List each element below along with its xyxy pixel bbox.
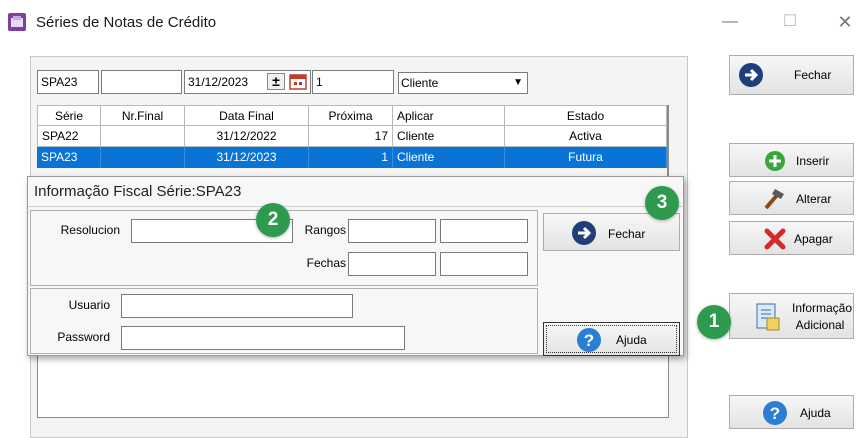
help-icon: ? [577,328,601,352]
delete-x-icon [764,228,786,250]
aplicar-select-value: Cliente [401,76,439,90]
date-spin-icon[interactable]: ± [267,73,285,90]
apagar-button[interactable]: Apagar [729,221,854,255]
table-row[interactable]: SPA22 31/12/2022 17 Cliente Activa [37,126,667,147]
usuario-label: Usuario [68,298,110,312]
column-header[interactable]: Nr.Final [101,105,185,126]
inserir-label: Inserir [796,154,830,168]
data-final-field[interactable]: 31/12/2023 ± [184,70,311,94]
cell-serie: SPA22 [37,126,101,147]
help-icon: ? [763,401,787,425]
alterar-label: Alterar [796,192,832,206]
cell-estado: Futura [505,147,667,168]
app-icon [8,13,26,31]
cell-data-final: 31/12/2023 [185,147,309,168]
column-header[interactable]: Série [37,105,101,126]
title-bar: Séries de Notas de Crédito — ☐ ✕ [0,0,864,42]
cell-nr-final [101,147,185,168]
maximize-button[interactable]: ☐ [775,10,805,34]
dialog-fechar-label: Fechar [608,227,646,241]
fechas-label: Fechas [306,256,346,270]
arrow-right-icon [739,63,763,87]
table-row-selected[interactable]: SPA23 31/12/2023 1 Cliente Futura [37,147,667,168]
password-field[interactable] [121,326,405,350]
close-button[interactable]: ✕ [830,10,860,34]
fechar-button[interactable]: Fechar [729,55,854,95]
cell-aplicar: Cliente [393,126,505,147]
column-header[interactable]: Próxima [309,105,393,126]
cell-data-final: 31/12/2022 [185,126,309,147]
dialog-divider [28,206,683,207]
calendar-icon[interactable] [289,73,307,90]
proxima-field[interactable] [312,70,394,94]
rangos-to-field[interactable] [440,219,528,243]
step-badge-2: 2 [256,203,290,237]
fiscal-info-dialog: Informação Fiscal Série:SPA23 Resolucion… [27,176,684,356]
column-header[interactable]: Estado [505,105,667,126]
dialog-title: Informação Fiscal Série:SPA23 [34,183,242,200]
cell-estado: Activa [505,126,667,147]
fechas-from-field[interactable] [348,252,436,276]
arrow-right-icon [572,221,596,245]
informacao-adicional-button[interactable]: Informação Adicional [729,293,854,339]
table-header: Série Nr.Final Data Final Próxima Aplica… [37,105,667,126]
chevron-down-icon: ▼ [513,77,523,88]
alterar-button[interactable]: Alterar [729,181,854,215]
nr-final-field[interactable] [101,70,182,94]
rangos-from-field[interactable] [348,219,436,243]
serie-field[interactable] [37,70,99,94]
info-label-line2: Adicional [795,318,845,332]
resolucion-label: Resolucion [60,223,120,237]
fechar-label: Fechar [794,68,832,82]
step-badge-3: 3 [645,186,679,220]
window-title: Séries de Notas de Crédito [36,14,217,31]
data-final-value: 31/12/2023 [188,75,249,89]
cell-proxima: 1 [309,147,393,168]
step-badge-1: 1 [697,305,731,339]
ajuda-button[interactable]: ? Ajuda [729,395,854,429]
cell-serie: SPA23 [37,147,101,168]
minimize-button[interactable]: — [715,10,745,34]
cell-nr-final [101,126,185,147]
password-label: Password [57,330,110,344]
fechas-to-field[interactable] [440,252,528,276]
dialog-ajuda-label: Ajuda [616,333,647,347]
ajuda-label: Ajuda [800,406,831,420]
dialog-ajuda-button[interactable]: ? Ajuda [543,322,680,356]
apagar-label: Apagar [794,232,833,246]
usuario-field[interactable] [121,294,353,318]
column-header[interactable]: Aplicar [393,105,505,126]
svg-text:?: ? [584,331,594,350]
hammer-icon [764,189,784,210]
aplicar-select[interactable]: Cliente ▼ [398,72,528,94]
rangos-label: Rangos [304,223,346,237]
column-header[interactable]: Data Final [185,105,309,126]
plus-icon [765,151,785,171]
cell-aplicar: Cliente [393,147,505,168]
inserir-button[interactable]: Inserir [729,143,854,177]
svg-text:?: ? [770,404,780,423]
cell-proxima: 17 [309,126,393,147]
notebook-icon [756,303,780,331]
info-label-line1: Informação [792,301,853,315]
